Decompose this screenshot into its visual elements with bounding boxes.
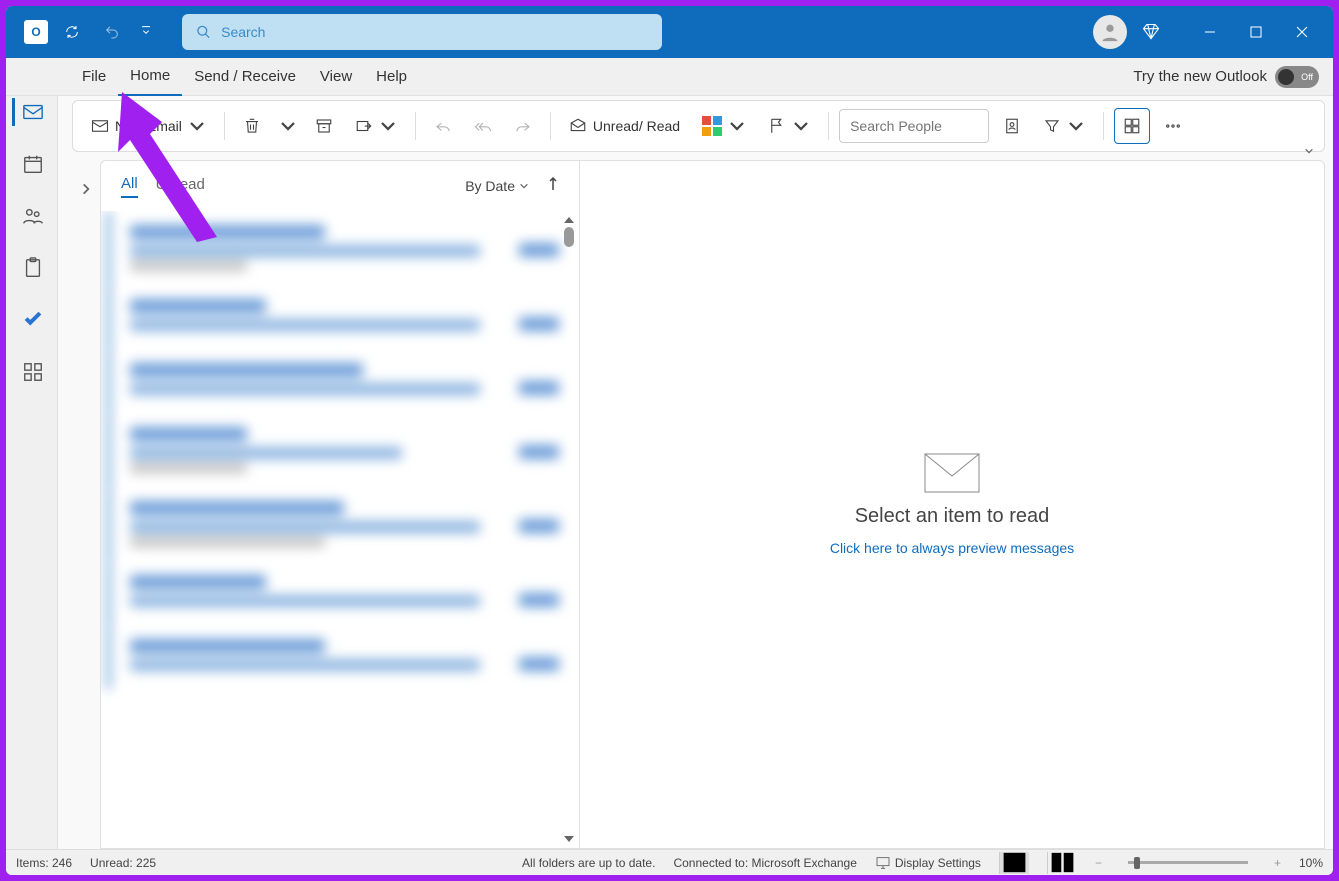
message-item[interactable] [107, 625, 579, 689]
envelope-icon [924, 453, 980, 493]
categorize-icon [702, 116, 722, 136]
search-icon [196, 24, 211, 40]
message-item[interactable] [107, 487, 579, 561]
menu-home[interactable]: Home [118, 58, 182, 96]
window-controls [1187, 6, 1325, 58]
view-normal-icon[interactable] [999, 852, 1029, 874]
title-bar: O [6, 6, 1333, 58]
chevron-down-icon [188, 117, 206, 135]
unread-read-label: Unread/ Read [593, 118, 680, 134]
reading-pane: Select an item to read Click here to alw… [580, 160, 1325, 849]
menu-bar: File Home Send / Receive View Help Try t… [6, 58, 1333, 96]
message-item[interactable] [107, 561, 579, 625]
message-item[interactable] [107, 211, 579, 285]
new-email-button[interactable]: New Email [83, 108, 214, 144]
archive-button[interactable] [307, 108, 341, 144]
close-button[interactable] [1279, 6, 1325, 58]
preview-messages-link[interactable]: Click here to always preview messages [830, 540, 1074, 556]
message-list-panel: All Unread By Date [100, 160, 580, 849]
content-area: New Email Unread/ Read [6, 96, 1333, 849]
rail-more-apps-icon[interactable] [12, 358, 52, 386]
status-connection: Connected to: Microsoft Exchange [673, 856, 856, 870]
rail-calendar-icon[interactable] [12, 150, 52, 178]
message-item[interactable] [107, 349, 579, 413]
scrollbar[interactable] [561, 215, 577, 848]
minimize-button[interactable] [1187, 6, 1233, 58]
search-box[interactable] [182, 14, 662, 50]
message-item[interactable] [107, 285, 579, 349]
rail-mail-icon[interactable] [12, 98, 52, 126]
scroll-up-icon[interactable] [564, 217, 574, 223]
view-reading-icon[interactable] [1047, 852, 1077, 874]
display-settings-button[interactable]: Display Settings [875, 855, 981, 871]
view-settings-button[interactable] [1114, 108, 1150, 144]
move-button[interactable] [347, 108, 405, 144]
search-input[interactable] [221, 24, 648, 40]
scroll-thumb[interactable] [564, 227, 574, 247]
display-settings-label: Display Settings [895, 856, 981, 870]
menu-file[interactable]: File [70, 58, 118, 96]
quick-access-dropdown-icon[interactable] [136, 16, 156, 48]
message-list-header: All Unread By Date [101, 161, 579, 211]
folder-pane-expand-icon[interactable] [72, 160, 100, 849]
zoom-out-icon[interactable]: − [1095, 856, 1102, 870]
try-new-outlook-toggle[interactable]: Off [1275, 66, 1319, 88]
sort-by-button[interactable]: By Date [465, 178, 529, 194]
app-rail [6, 96, 58, 849]
rail-people-icon[interactable] [12, 202, 52, 230]
reply-all-button[interactable] [466, 108, 500, 144]
outlook-window: O File Home Send / Receive [6, 6, 1333, 875]
address-book-button[interactable] [995, 108, 1029, 144]
zoom-level-label: 10% [1299, 856, 1323, 870]
menu-view[interactable]: View [308, 58, 364, 96]
body-split: All Unread By Date [72, 160, 1325, 849]
menu-help[interactable]: Help [364, 58, 419, 96]
status-bar: Items: 246 Unread: 225 All folders are u… [6, 849, 1333, 875]
rail-todo-icon[interactable] [12, 306, 52, 334]
premium-icon[interactable] [1135, 16, 1167, 48]
toggle-state-label: Off [1301, 72, 1313, 82]
new-email-label: New Email [115, 118, 182, 134]
zoom-in-icon[interactable]: + [1274, 856, 1281, 870]
status-unread-count: Unread: 225 [90, 856, 156, 870]
sort-direction-icon[interactable] [547, 176, 559, 197]
forward-button[interactable] [506, 108, 540, 144]
message-item[interactable] [107, 413, 579, 487]
categorize-button[interactable] [694, 108, 754, 144]
outlook-logo-icon: O [24, 20, 48, 44]
ribbon-toolbar: New Email Unread/ Read [72, 100, 1325, 152]
toggle-knob [1278, 69, 1294, 85]
main-column: New Email Unread/ Read [58, 96, 1333, 849]
rail-tasks-icon[interactable] [12, 254, 52, 282]
tab-all[interactable]: All [121, 175, 138, 198]
ribbon-expand-icon[interactable] [1304, 143, 1314, 161]
maximize-button[interactable] [1233, 6, 1279, 58]
account-avatar[interactable] [1093, 15, 1127, 49]
chevron-down-icon [519, 181, 529, 191]
scroll-down-icon[interactable] [564, 836, 574, 842]
reading-pane-title: Select an item to read [855, 505, 1050, 528]
delete-button[interactable] [235, 108, 269, 144]
unread-read-button[interactable]: Unread/ Read [561, 108, 688, 144]
sync-icon[interactable] [56, 16, 88, 48]
undo-icon[interactable] [96, 16, 128, 48]
flag-button[interactable] [760, 108, 818, 144]
more-options-button[interactable] [1156, 108, 1190, 144]
status-items-count: Items: 246 [16, 856, 72, 870]
filter-button[interactable] [1035, 108, 1093, 144]
tab-unread[interactable]: Unread [156, 176, 205, 197]
status-folder-sync: All folders are up to date. [522, 856, 655, 870]
menu-send-receive[interactable]: Send / Receive [182, 58, 308, 96]
search-people-input[interactable] [839, 109, 989, 143]
try-new-outlook-label: Try the new Outlook [1133, 68, 1267, 85]
message-list-scroll[interactable] [101, 211, 579, 848]
sort-label: By Date [465, 178, 515, 194]
reply-button[interactable] [426, 108, 460, 144]
delete-dropdown[interactable] [275, 108, 301, 144]
zoom-slider[interactable] [1128, 861, 1248, 864]
